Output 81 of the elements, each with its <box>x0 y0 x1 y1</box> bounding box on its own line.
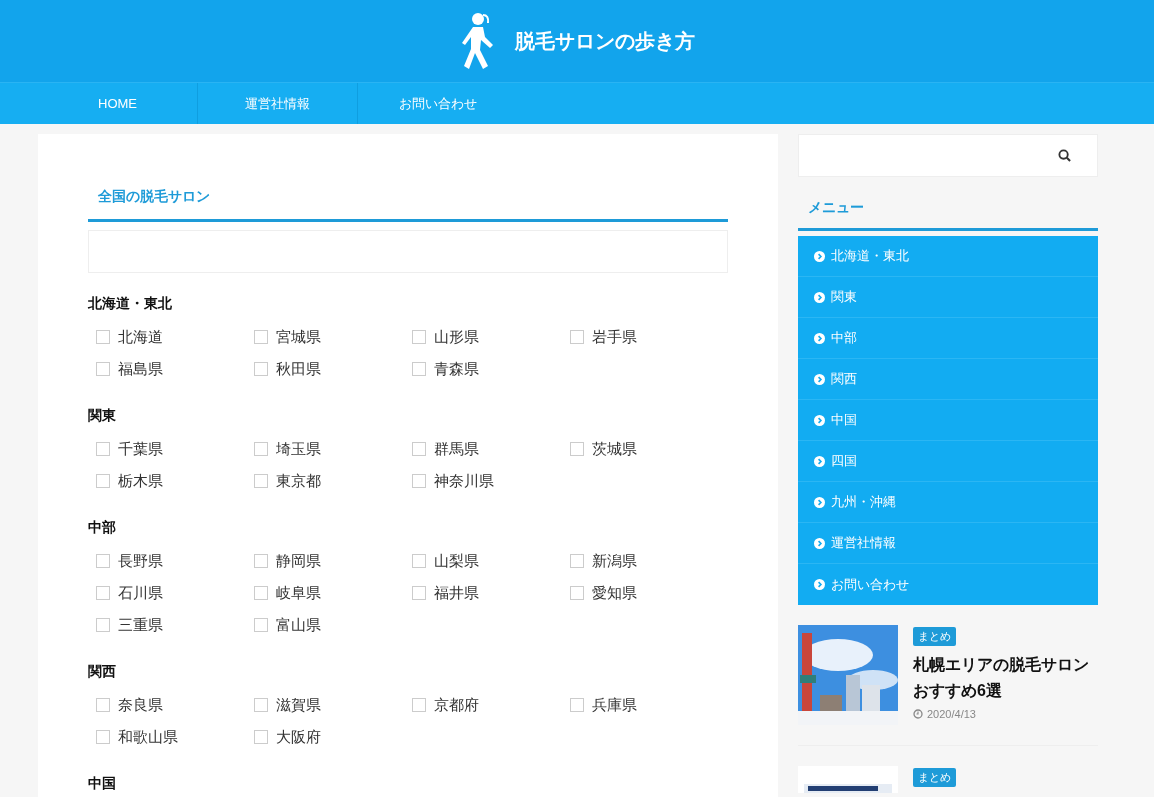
checkbox[interactable] <box>254 474 268 488</box>
prefecture-label[interactable]: 奈良県 <box>118 693 163 717</box>
prefecture-label[interactable]: 福井県 <box>434 581 479 605</box>
prefecture-label[interactable]: 岐阜県 <box>276 581 321 605</box>
chevron-circle-icon <box>814 332 825 344</box>
checkbox[interactable] <box>254 330 268 344</box>
prefecture-label[interactable]: 石川県 <box>118 581 163 605</box>
chevron-circle-icon <box>814 579 825 590</box>
checkbox[interactable] <box>254 554 268 568</box>
checkbox[interactable] <box>254 730 268 744</box>
checkbox[interactable] <box>412 586 426 600</box>
checkbox[interactable] <box>570 554 584 568</box>
checkbox[interactable] <box>254 586 268 600</box>
region-heading: 関西 <box>88 662 117 681</box>
checkbox[interactable] <box>412 698 426 712</box>
prefecture-label[interactable]: 茨城県 <box>592 437 637 461</box>
prefecture-label[interactable]: 兵庫県 <box>592 693 637 717</box>
region-heading: 北海道・東北 <box>88 294 173 313</box>
chevron-circle-icon <box>814 414 825 426</box>
chevron-circle-icon <box>814 496 825 508</box>
chevron-circle-icon <box>814 250 825 262</box>
chevron-circle-icon <box>814 373 825 385</box>
checkbox[interactable] <box>570 442 584 456</box>
prefecture-label[interactable]: 東京都 <box>276 469 321 493</box>
prefecture-label[interactable]: 新潟県 <box>592 549 637 573</box>
search-icon[interactable] <box>1058 149 1071 162</box>
prefecture-label[interactable]: 富山県 <box>276 613 321 637</box>
prefecture-label[interactable]: 埼玉県 <box>276 437 321 461</box>
region-heading: 中部 <box>88 518 117 537</box>
prefecture-label[interactable]: 北海道 <box>118 325 163 349</box>
prefecture-label[interactable]: 群馬県 <box>434 437 479 461</box>
prefecture-label[interactable]: 栃木県 <box>118 469 163 493</box>
prefecture-label[interactable]: 滋賀県 <box>276 693 321 717</box>
section-heading: 全国の脱毛サロン <box>88 186 728 222</box>
prefecture-label[interactable]: 大阪府 <box>276 725 321 749</box>
checkbox[interactable] <box>96 554 110 568</box>
checkbox[interactable] <box>254 442 268 456</box>
checkbox[interactable] <box>570 698 584 712</box>
checkbox[interactable] <box>96 442 110 456</box>
checkbox[interactable] <box>96 586 110 600</box>
prefecture-label[interactable]: 宮城県 <box>276 325 321 349</box>
checkbox[interactable] <box>254 698 268 712</box>
checkbox[interactable] <box>96 330 110 344</box>
prefecture-label[interactable]: 長野県 <box>118 549 163 573</box>
checkbox[interactable] <box>570 586 584 600</box>
prefecture-label[interactable]: 山形県 <box>434 325 479 349</box>
chevron-circle-icon <box>814 291 825 303</box>
prefecture-label[interactable]: 岩手県 <box>592 325 637 349</box>
checkbox[interactable] <box>96 730 110 744</box>
checkbox[interactable] <box>412 474 426 488</box>
region-heading: 関東 <box>88 406 117 425</box>
post-title[interactable]: 札幌エリアの脱毛サロンおすすめ6選 <box>913 651 1093 704</box>
prefecture-label[interactable]: 福島県 <box>118 357 163 381</box>
clock-icon <box>913 708 923 719</box>
checkbox[interactable] <box>96 698 110 712</box>
checkbox[interactable] <box>570 330 584 344</box>
checkbox[interactable] <box>96 362 110 376</box>
prefecture-label[interactable]: 秋田県 <box>276 357 321 381</box>
chevron-circle-icon <box>814 537 825 549</box>
checkbox[interactable] <box>412 362 426 376</box>
menu-heading: メニュー <box>798 197 1098 231</box>
checkbox[interactable] <box>412 554 426 568</box>
search-field[interactable] <box>798 134 1098 177</box>
checkbox[interactable] <box>254 618 268 632</box>
prefecture-label[interactable]: 愛知県 <box>592 581 637 605</box>
prefecture-label[interactable]: 神奈川県 <box>434 469 494 493</box>
checkbox[interactable] <box>96 474 110 488</box>
checkbox[interactable] <box>254 362 268 376</box>
prefecture-label[interactable]: 京都府 <box>434 693 479 717</box>
region-heading: 中国 <box>88 774 117 793</box>
prefecture-label[interactable]: 青森県 <box>434 357 479 381</box>
checkbox[interactable] <box>412 442 426 456</box>
checkbox[interactable] <box>412 330 426 344</box>
prefecture-label[interactable]: 山梨県 <box>434 549 479 573</box>
prefecture-label[interactable]: 静岡県 <box>276 549 321 573</box>
prefecture-label[interactable]: 和歌山県 <box>118 725 178 749</box>
prefecture-label[interactable]: 三重県 <box>118 613 163 637</box>
chevron-circle-icon <box>814 455 825 467</box>
prefecture-label[interactable]: 千葉県 <box>118 437 163 461</box>
post-date: 2020/4/13 <box>927 706 976 722</box>
checkbox[interactable] <box>96 618 110 632</box>
